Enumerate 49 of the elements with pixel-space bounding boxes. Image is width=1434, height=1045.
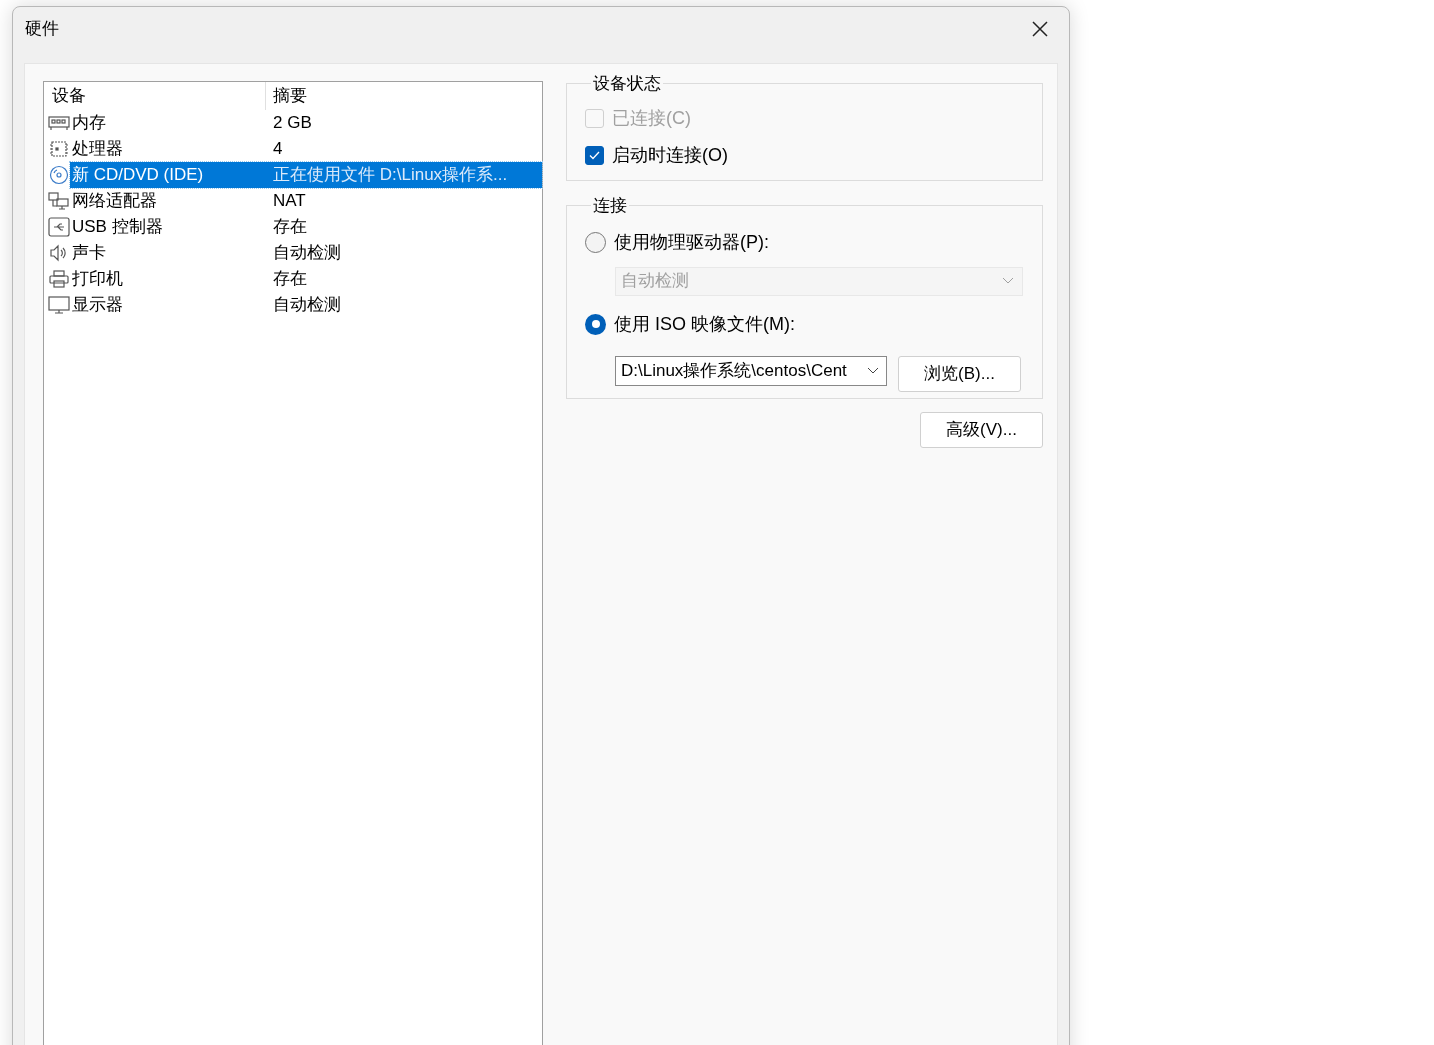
checkbox-label: 启动时连接(O) [612, 143, 728, 167]
checkbox-label: 已连接(C) [612, 106, 691, 130]
checkbox[interactable] [585, 145, 604, 165]
column-header[interactable]: 设备 [44, 82, 266, 110]
printer-icon [48, 269, 70, 289]
disc-icon [48, 165, 70, 185]
device-name: 声卡 [71, 242, 107, 265]
usb-icon [48, 217, 70, 237]
window-title: 硬件 [25, 18, 59, 41]
device-row[interactable]: USB 控制器 存在 [44, 214, 542, 240]
device-row[interactable]: 显示器 自动检测 [44, 292, 542, 318]
chevron-down-icon [867, 366, 879, 375]
device-summary: 自动检测 [272, 294, 341, 317]
device-summary: 4 [272, 138, 283, 161]
device-name: 显示器 [71, 294, 124, 317]
radio-label: 使用物理驱动器(P): [614, 230, 769, 254]
device-summary: 自动检测 [272, 242, 341, 265]
device-summary: 存在 [272, 268, 307, 291]
radio-button[interactable] [585, 231, 606, 253]
monitor-icon [48, 295, 70, 315]
radio-button[interactable] [585, 313, 606, 335]
network-icon [48, 191, 70, 211]
browse-button[interactable]: 浏览(B)... [898, 355, 1021, 392]
device-name: 内存 [71, 112, 107, 135]
memory-icon [48, 113, 70, 133]
iso-path-dropdown[interactable]: D:\Linux操作系统\centos\Cent [615, 355, 887, 386]
device-name: 处理器 [71, 138, 124, 161]
device-row[interactable]: 声卡 自动检测 [44, 240, 542, 266]
device-row[interactable]: 网络适配器 NAT [44, 188, 542, 214]
device-name: 新 CD/DVD (IDE) [71, 164, 205, 187]
close-icon [1031, 20, 1049, 38]
device-row[interactable]: 打印机 存在 [44, 266, 542, 292]
column-header[interactable]: 摘要 [266, 82, 542, 110]
device-summary: 正在使用文件 D:\Linux操作系... [272, 164, 508, 187]
device-row[interactable]: 处理器 4 [44, 136, 542, 162]
device-summary: 存在 [272, 216, 307, 239]
device-row[interactable]: 内存 2 GB [44, 110, 542, 136]
group-title: 连接 [592, 195, 628, 217]
chip-icon [48, 139, 70, 159]
chevron-down-icon [1002, 277, 1014, 285]
checkmark-icon [589, 150, 600, 160]
device-name: 打印机 [71, 268, 124, 291]
device-summary: NAT [272, 190, 306, 213]
device-summary: 2 GB [272, 112, 312, 135]
advanced-button[interactable]: 高级(V)... [920, 412, 1043, 448]
device-name: USB 控制器 [71, 216, 164, 239]
group-title: 设备状态 [592, 73, 662, 95]
radio-label: 使用 ISO 映像文件(M): [614, 312, 795, 336]
device-name: 网络适配器 [71, 190, 158, 213]
